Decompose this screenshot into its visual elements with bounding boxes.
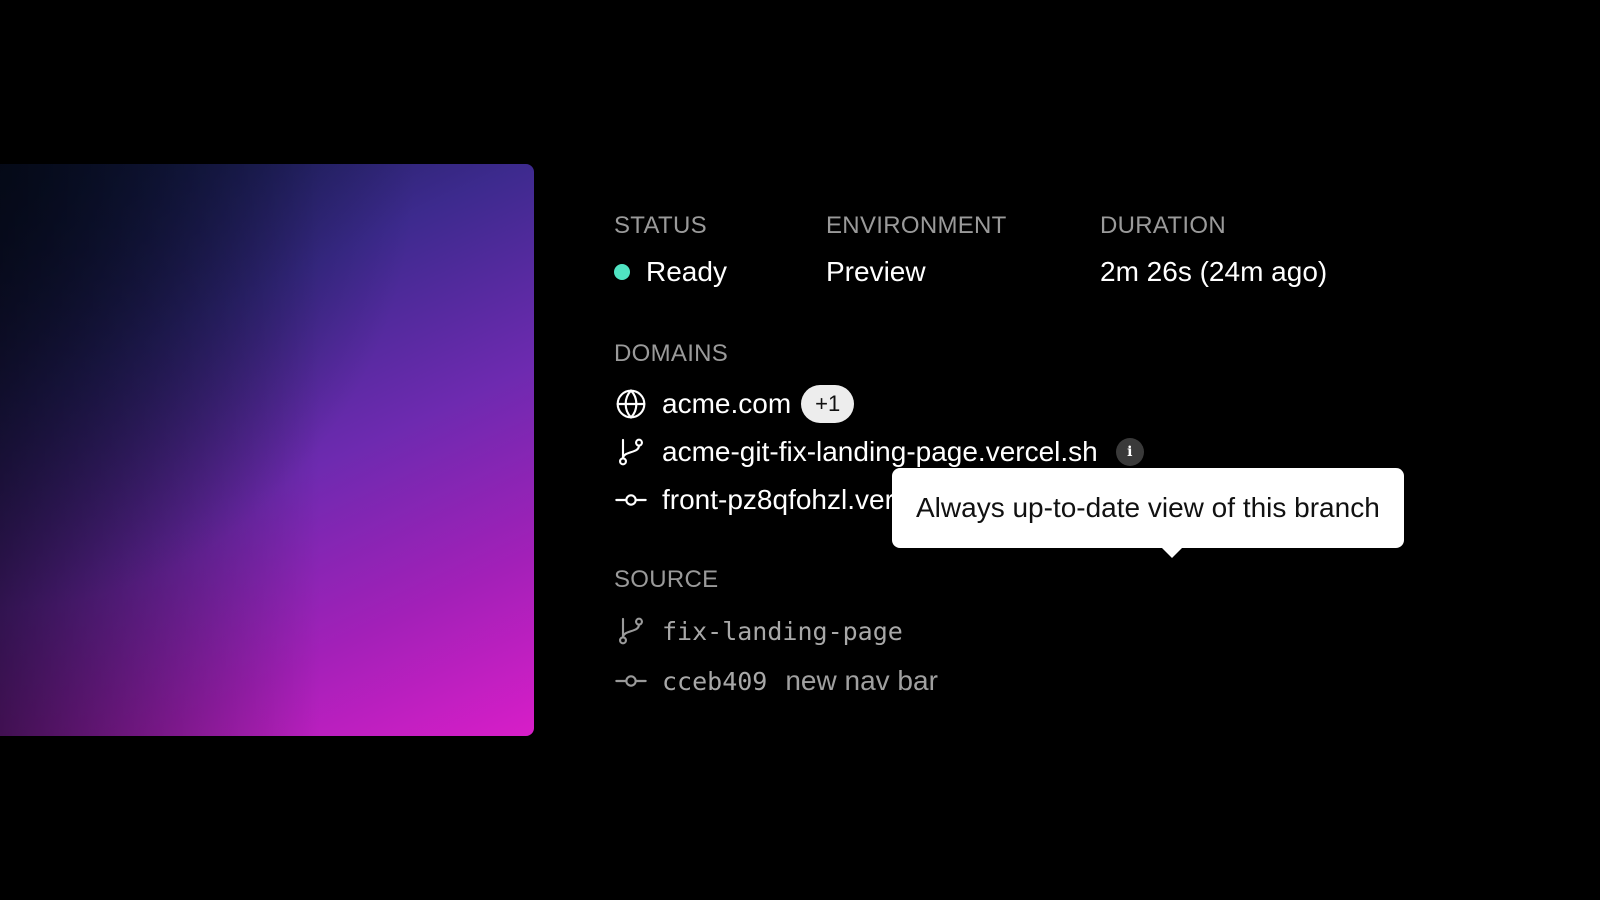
source-section: SOURCE fix-landing-page cceb409 new nav …: [614, 564, 1564, 706]
domains-label: DOMAINS: [614, 340, 729, 367]
branch-info-tooltip: Always up-to-date view of this branch: [892, 468, 1404, 558]
domains-section: DOMAINS acme.com +1 acme-git-fix-landing…: [614, 338, 1564, 558]
deployment-preview-image[interactable]: [0, 164, 534, 736]
commit-message: new nav bar: [785, 665, 938, 696]
status-ready-dot: [614, 264, 630, 280]
environment-label: ENVIRONMENT: [826, 212, 1007, 239]
commit-hash-link[interactable]: cceb409: [662, 667, 767, 696]
deployment-overview: STATUS Ready ENVIRONMENT Preview DURATIO…: [0, 0, 1600, 900]
source-branch-link[interactable]: fix-landing-page: [662, 617, 903, 646]
status-column: STATUS Ready: [614, 210, 727, 290]
git-branch-icon: [614, 435, 648, 469]
status-text: Ready: [646, 256, 727, 287]
domain-link-branch[interactable]: acme-git-fix-landing-page.vercel.sh: [662, 434, 1098, 470]
source-commit-row: cceb409 new nav bar: [614, 656, 1564, 706]
source-branch-row: fix-landing-page: [614, 606, 1564, 656]
duration-column: DURATION 2m 26s (24m ago): [1100, 210, 1327, 290]
source-label: SOURCE: [614, 566, 719, 593]
more-domains-badge[interactable]: +1: [801, 385, 855, 423]
deployment-details: STATUS Ready ENVIRONMENT Preview DURATIO…: [614, 210, 1564, 706]
environment-value: Preview: [826, 256, 926, 287]
globe-icon: [614, 387, 648, 421]
domain-row-primary: acme.com +1: [614, 380, 1564, 428]
git-branch-icon: [614, 614, 648, 648]
status-value: Ready: [614, 254, 727, 290]
status-label: STATUS: [614, 212, 707, 239]
environment-column: ENVIRONMENT Preview: [826, 210, 1007, 290]
duration-label: DURATION: [1100, 212, 1226, 239]
duration-value: 2m 26s (24m ago): [1100, 256, 1328, 287]
git-commit-icon: [614, 664, 648, 698]
info-icon[interactable]: i: [1115, 438, 1144, 466]
summary-row: STATUS Ready ENVIRONMENT Preview DURATIO…: [614, 210, 1564, 320]
git-commit-icon: [614, 483, 648, 517]
domain-link-acme[interactable]: acme.com: [662, 386, 791, 422]
